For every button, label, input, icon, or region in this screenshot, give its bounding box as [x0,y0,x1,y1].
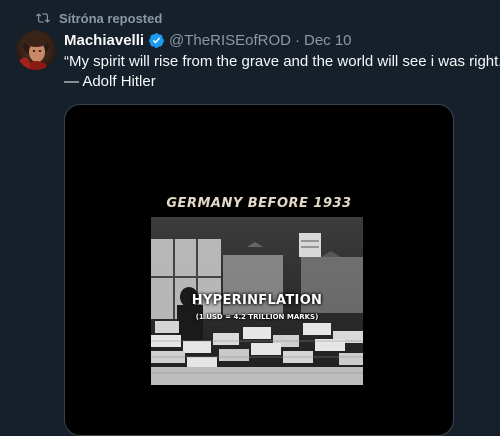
separator-dot: · [294,31,300,49]
avatar[interactable] [16,30,56,70]
overlay-subtitle: (1 USD = 4.2 TRILLION MARKS) [195,313,319,321]
tweet-text-line-1: “My spirit will rise from the grave and … [64,53,500,70]
verified-badge-icon [148,32,165,49]
user-handle[interactable]: @TheRISEofROD [169,32,291,49]
post-date[interactable]: Dec 10 [304,32,352,49]
repost-label: Sítróna reposted [59,10,163,26]
video-frame: HYPERINFLATION (1 USD = 4.2 TRILLION MAR… [151,217,363,385]
overlay-title: HYPERINFLATION [191,293,323,308]
repost-indicator[interactable]: Sítróna reposted [36,9,162,27]
tweet-text: “My spirit will rise from the grave and … [64,52,500,92]
media-caption: GERMANY BEFORE 1933 [166,196,352,211]
tweet-text-line-2: — Adolf Hitler [64,73,156,90]
tweet-header: Machiavelli @TheRISEofROD · Dec 10 [64,30,352,50]
media-video[interactable]: GERMANY BEFORE 1933 HYPERINFLATION (1 US… [64,104,454,436]
display-name[interactable]: Machiavelli [64,32,144,49]
repost-icon [36,11,50,25]
